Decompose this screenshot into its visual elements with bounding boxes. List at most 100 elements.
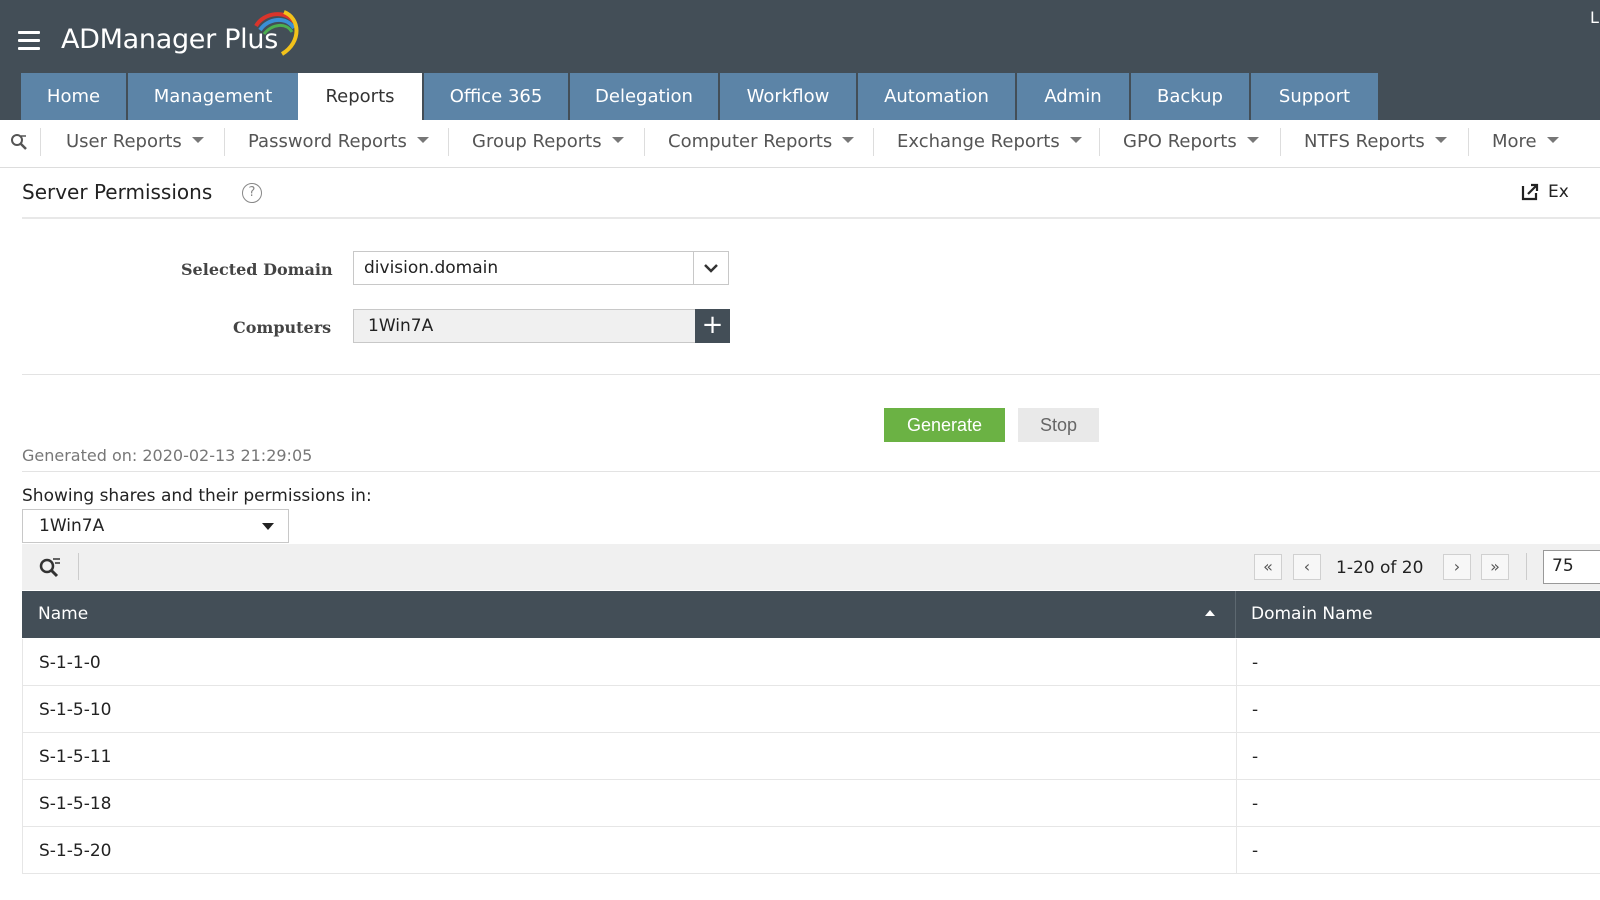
export-button[interactable]: Ex — [1520, 182, 1569, 202]
cell-name: S-1-5-11 — [39, 747, 112, 767]
divider — [224, 128, 225, 156]
export-label: Ex — [1548, 182, 1569, 202]
divider — [448, 128, 449, 156]
nav-more[interactable]: More — [1492, 131, 1559, 152]
cell-domain: - — [1252, 841, 1259, 861]
generate-button[interactable]: Generate — [884, 408, 1005, 442]
nav-exchange-reports[interactable]: Exchange Reports — [897, 131, 1082, 152]
caret-down-icon — [1069, 137, 1082, 143]
table-row[interactable]: S-1-5-10 - — [22, 686, 1600, 733]
nav-label: User Reports — [66, 131, 182, 152]
first-page-button[interactable]: « — [1254, 554, 1282, 580]
cell-name: S-1-1-0 — [39, 653, 101, 673]
divider — [22, 217, 1600, 219]
tab-reports[interactable]: Reports — [298, 73, 422, 120]
tab-management[interactable]: Management — [128, 73, 298, 120]
caret-down-icon — [262, 523, 274, 530]
page-size-select[interactable]: 75 — [1543, 550, 1600, 584]
nav-gpo-reports[interactable]: GPO Reports — [1123, 131, 1259, 152]
logo-swoosh-icon — [254, 10, 299, 56]
divider — [78, 553, 79, 580]
tab-delegation[interactable]: Delegation — [570, 73, 718, 120]
caret-down-icon — [1546, 137, 1559, 143]
app-logo-text: ADManager Plus — [61, 24, 278, 55]
user-menu-link[interactable]: L — [1590, 8, 1599, 27]
tab-admin[interactable]: Admin — [1017, 73, 1129, 120]
nav-label: More — [1492, 131, 1537, 152]
table-row[interactable]: S-1-1-0 - — [22, 639, 1600, 686]
nav-label: Exchange Reports — [897, 131, 1060, 152]
nav-label: Computer Reports — [668, 131, 833, 152]
nav-group-reports[interactable]: Group Reports — [472, 131, 624, 152]
help-icon[interactable]: ? — [242, 183, 262, 203]
add-computer-button[interactable]: + — [695, 309, 730, 343]
cell-name: S-1-5-20 — [39, 841, 112, 861]
nav-label: NTFS Reports — [1304, 131, 1425, 152]
share-computer-select[interactable]: 1Win7A — [22, 509, 289, 543]
computers-label: Computers — [233, 318, 332, 337]
table-row[interactable]: S-1-5-20 - — [22, 827, 1600, 874]
divider — [22, 471, 1600, 472]
nav-user-reports[interactable]: User Reports — [66, 131, 204, 152]
caret-down-icon — [611, 137, 624, 143]
share-computer-value: 1Win7A — [39, 516, 105, 536]
dropdown-toggle[interactable] — [693, 252, 728, 284]
divider — [1235, 591, 1236, 638]
tab-workflow[interactable]: Workflow — [720, 73, 856, 120]
cell-name: S-1-5-10 — [39, 700, 112, 720]
divider — [644, 128, 645, 156]
selected-domain-label: Selected Domain — [181, 260, 333, 279]
page-range-text: 1-20 of 20 — [1336, 558, 1424, 578]
tab-backup[interactable]: Backup — [1131, 73, 1249, 120]
cell-domain: - — [1252, 653, 1259, 673]
divider — [1280, 128, 1281, 156]
divider — [1468, 128, 1469, 156]
next-page-button[interactable]: › — [1443, 554, 1471, 580]
tab-support[interactable]: Support — [1251, 73, 1378, 120]
domain-value: division.domain — [364, 258, 499, 278]
menu-icon[interactable] — [18, 31, 40, 51]
cell-domain: - — [1252, 794, 1259, 814]
cell-name: S-1-5-18 — [39, 794, 112, 814]
computers-value: 1Win7A — [368, 316, 434, 336]
computers-field[interactable]: 1Win7A — [353, 309, 696, 343]
caret-down-icon — [842, 137, 855, 143]
search-icon[interactable] — [10, 133, 28, 151]
tab-office-365[interactable]: Office 365 — [424, 73, 568, 120]
cell-domain: - — [1252, 747, 1259, 767]
nav-ntfs-reports[interactable]: NTFS Reports — [1304, 131, 1447, 152]
generated-on-text: Generated on: 2020-02-13 21:29:05 — [22, 446, 313, 465]
caret-down-icon — [1434, 137, 1447, 143]
divider — [40, 128, 41, 156]
divider — [873, 128, 874, 156]
export-icon — [1521, 183, 1539, 201]
caret-down-icon — [416, 137, 429, 143]
table-body: S-1-1-0 - S-1-5-10 - S-1-5-11 - S-1-5-18 - S… — [22, 639, 1600, 874]
tab-home[interactable]: Home — [21, 73, 126, 120]
stop-button[interactable]: Stop — [1018, 408, 1099, 442]
nav-label: Group Reports — [472, 131, 602, 152]
divider — [22, 374, 1600, 375]
nav-label: Password Reports — [248, 131, 407, 152]
domain-select[interactable]: division.domain — [353, 251, 729, 285]
cell-domain: - — [1252, 700, 1259, 720]
showing-shares-label: Showing shares and their permissions in: — [22, 486, 372, 506]
sort-ascending-icon[interactable] — [1205, 610, 1215, 616]
nav-computer-reports[interactable]: Computer Reports — [668, 131, 855, 152]
column-header-domain-name[interactable]: Domain Name — [1251, 604, 1373, 624]
page-title: Server Permissions — [22, 180, 213, 204]
divider — [1526, 553, 1527, 580]
table-row[interactable]: S-1-5-18 - — [22, 780, 1600, 827]
table-search-icon[interactable] — [38, 556, 62, 578]
divider — [1099, 128, 1100, 156]
nav-label: GPO Reports — [1123, 131, 1237, 152]
caret-down-icon — [1246, 137, 1259, 143]
tab-automation[interactable]: Automation — [858, 73, 1015, 120]
table-row[interactable]: S-1-5-11 - — [22, 733, 1600, 780]
chevron-down-icon — [704, 264, 718, 273]
prev-page-button[interactable]: ‹ — [1293, 554, 1321, 580]
caret-down-icon — [191, 137, 204, 143]
last-page-button[interactable]: » — [1481, 554, 1509, 580]
column-header-name[interactable]: Name — [38, 604, 88, 624]
nav-password-reports[interactable]: Password Reports — [248, 131, 429, 152]
